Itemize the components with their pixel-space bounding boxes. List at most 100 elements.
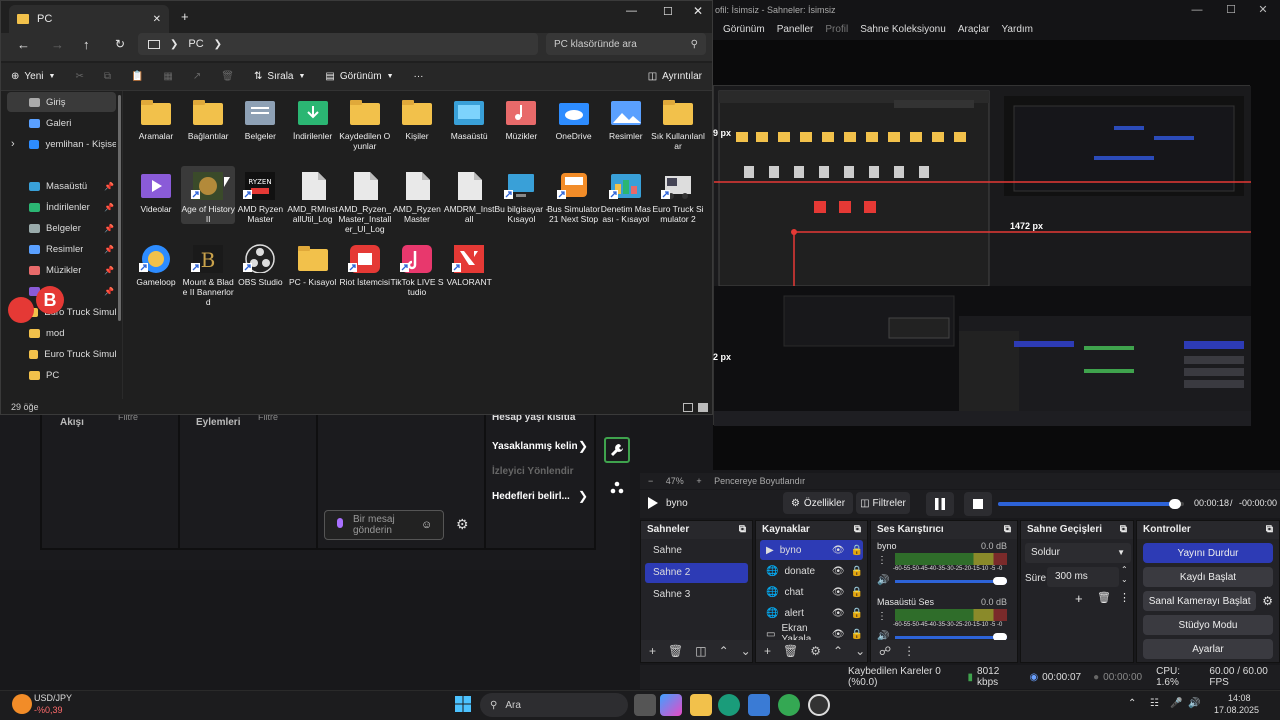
clock-time[interactable]: 14:08 <box>1228 693 1251 703</box>
file-item[interactable]: Kişiler <box>390 93 444 141</box>
filter-icon[interactable]: ◫ <box>695 644 706 658</box>
zoom-out-button[interactable]: − <box>648 476 653 486</box>
source-item[interactable]: 🌐 alert 👁 🔒 <box>760 603 863 623</box>
file-item[interactable]: Belgeler <box>233 93 287 141</box>
pin-icon[interactable]: 📌 <box>104 287 114 296</box>
mixer-volume-slider[interactable] <box>895 580 1007 583</box>
speaker-icon[interactable]: 🔊 <box>1188 698 1200 709</box>
menu-docks[interactable]: Paneller <box>777 20 814 40</box>
pin-icon[interactable]: 📌 <box>104 266 114 275</box>
obs-maximize-button[interactable]: ☐ <box>1214 0 1248 20</box>
kebab-icon[interactable]: ⋮ <box>903 644 915 658</box>
file-item[interactable]: OneDrive <box>547 93 601 141</box>
view-button[interactable]: ▤ Görünüm ▼ <box>315 71 403 82</box>
dock-undock-icon[interactable]: ⧉ <box>1266 521 1273 539</box>
scene-item[interactable]: Sahne <box>645 541 748 561</box>
cut-button[interactable]: ✂ <box>65 71 93 82</box>
task-view-icon[interactable] <box>634 694 656 716</box>
add-icon[interactable]: + <box>1075 591 1083 606</box>
file-item[interactable]: Euro Truck Simulator 2 <box>651 166 705 224</box>
start-recording-button[interactable]: Kaydı Başlat <box>1143 567 1273 587</box>
obs-close-button[interactable]: ✕ <box>1246 0 1280 20</box>
properties-button[interactable]: ⚙ Özellikler <box>783 492 853 514</box>
forward-icon[interactable]: → <box>51 37 64 52</box>
dock-undock-icon[interactable]: ⧉ <box>1120 521 1127 539</box>
share-button[interactable]: ↗ <box>183 71 211 82</box>
lock-icon[interactable]: 🔒 <box>851 545 863 556</box>
nav-item[interactable]: mod <box>7 323 116 343</box>
nav-item[interactable]: Resimler 📌 <box>7 239 116 259</box>
menu-view[interactable]: Görünüm <box>723 20 765 40</box>
trash-icon[interactable]: 🗑 <box>1097 591 1111 604</box>
new-tab-icon[interactable]: + <box>181 9 189 24</box>
edge-icon[interactable] <box>718 694 740 716</box>
transition-select[interactable]: Soldur ▼ <box>1025 543 1131 563</box>
taskbar-search[interactable]: ⚲ Ara <box>480 693 628 717</box>
file-item[interactable]: RYZEN AMD Ryzen Master <box>233 166 287 224</box>
file-item[interactable]: Masaüstü <box>442 93 496 141</box>
explorer-minimize-button[interactable]: — <box>626 5 637 17</box>
nav-item[interactable]: Müzikler 📌 <box>7 260 116 280</box>
menu-tools[interactable]: Araçlar <box>958 20 990 40</box>
wrench-button[interactable] <box>604 437 630 463</box>
stocks-widget-icon[interactable] <box>12 694 32 714</box>
clock-date[interactable]: 17.08.2025 <box>1214 705 1259 715</box>
file-item[interactable]: Bu bilgisayar - Kısayol <box>494 166 548 224</box>
emoji-icon[interactable]: ☺ <box>421 519 432 531</box>
file-item[interactable]: TikTok LIVE Studio <box>390 239 444 297</box>
copy-button[interactable]: ⧉ <box>94 71 121 82</box>
obs-taskbar-icon[interactable] <box>808 694 830 716</box>
paste-button[interactable]: 📋 <box>121 71 153 82</box>
file-item[interactable]: Resimler <box>599 93 653 141</box>
chat-settings-gear-icon[interactable]: ⚙ <box>456 516 469 533</box>
nav-item[interactable]: Belgeler 📌 <box>7 218 116 238</box>
kebab-icon[interactable]: ⋮ <box>1119 591 1130 604</box>
pin-icon[interactable]: 📌 <box>104 182 114 191</box>
back-icon[interactable]: ← <box>17 37 30 52</box>
chrome-icon[interactable] <box>778 694 800 716</box>
add-icon[interactable]: + <box>764 644 771 658</box>
chat-message-input[interactable]: Bir mesaj gönderin ☺ <box>324 510 444 540</box>
duration-input[interactable]: 300 ms <box>1047 567 1119 587</box>
nav-item[interactable]: PC <box>7 365 116 385</box>
pin-icon[interactable]: 📌 <box>104 203 114 212</box>
menu-scene-collection[interactable]: Sahne Koleksiyonu <box>860 20 946 40</box>
new-button[interactable]: ⊕ Yeni ▼ <box>1 71 65 82</box>
kebab-icon[interactable]: ⋮ <box>877 611 887 622</box>
up-icon[interactable]: ↑ <box>83 37 90 52</box>
eye-icon[interactable]: 👁 <box>832 545 845 556</box>
file-item[interactable]: Aramalar <box>129 93 183 141</box>
file-item[interactable]: OBS Studio <box>233 239 287 287</box>
delete-button[interactable]: 🗑 <box>211 71 244 82</box>
chevron-up-icon[interactable]: ⌃ <box>1128 698 1136 709</box>
media-seek-handle[interactable] <box>1168 499 1181 509</box>
copilot-icon[interactable] <box>660 694 682 716</box>
filters-button[interactable]: ◫ Filtreler <box>856 492 910 514</box>
arrow-down-icon[interactable]: ⌄ <box>855 644 865 658</box>
trash-icon[interactable]: 🗑 <box>668 644 683 658</box>
file-item[interactable]: AMD_RyzenMaster <box>390 166 444 224</box>
details-button[interactable]: ◫ Ayrıntılar <box>638 71 712 82</box>
duration-stepper[interactable]: ⌃ ⌄ <box>1121 565 1128 585</box>
address-bar[interactable]: ❯ PC ❯ <box>138 33 538 55</box>
sort-button[interactable]: ⇅ Sırala ▼ <box>244 71 315 82</box>
file-item[interactable]: AMDRM_Install <box>442 166 496 224</box>
gear-icon[interactable]: ⚙ <box>1262 594 1273 608</box>
lock-icon[interactable]: 🔒 <box>851 566 863 577</box>
explorer-maximize-button[interactable]: ☐ <box>663 5 673 18</box>
file-item[interactable]: PC - Kısayol <box>286 239 340 287</box>
obs-minimize-button[interactable]: — <box>1180 0 1214 20</box>
trash-icon[interactable]: 🗑 <box>783 644 798 658</box>
file-item[interactable]: Age of History II <box>181 166 236 224</box>
explorer-tab[interactable]: PC ✕ <box>9 5 169 33</box>
windows-start-icon[interactable] <box>455 696 471 712</box>
settings-button[interactable]: Ayarlar <box>1143 639 1273 659</box>
file-item[interactable]: Kaydedilen Oyunlar <box>338 93 392 151</box>
menu-profile[interactable]: Profil <box>825 20 848 40</box>
stop-button[interactable] <box>964 492 992 516</box>
file-item[interactable]: Müzikler <box>494 93 548 141</box>
scene-item[interactable]: Sahne 3 <box>645 585 748 605</box>
eye-icon[interactable]: 👁 <box>832 608 845 619</box>
arrow-up-icon[interactable]: ⌃ <box>833 644 843 658</box>
source-item[interactable]: 🌐 donate 👁 🔒 <box>760 561 863 581</box>
